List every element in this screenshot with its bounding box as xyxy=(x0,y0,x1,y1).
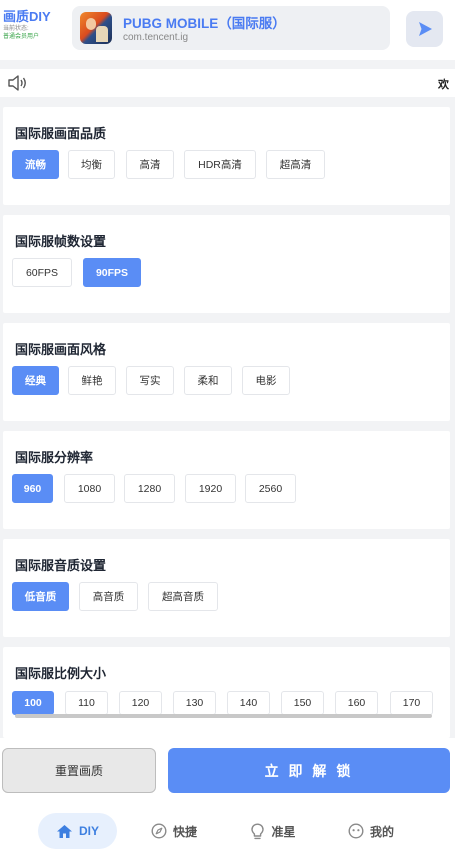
option-style-vivid[interactable]: 鲜艳 xyxy=(68,366,116,395)
tab-crosshair[interactable]: 准星 xyxy=(243,813,303,849)
option-resolution-2560[interactable]: 2560 xyxy=(245,474,296,503)
lightbulb-icon xyxy=(251,823,265,839)
smiley-face-icon xyxy=(348,823,364,839)
option-quality-balanced[interactable]: 均衡 xyxy=(68,150,115,179)
option-quality-ultra[interactable]: 超高清 xyxy=(266,150,325,179)
section-fps: 国际服帧数设置 60FPS 90FPS xyxy=(3,215,450,313)
option-quality-hd[interactable]: 高清 xyxy=(126,150,174,179)
option-audio-low[interactable]: 低音质 xyxy=(12,582,69,611)
app-name: PUBG MOBILE（国际服） xyxy=(123,16,286,31)
option-scale-150[interactable]: 150 xyxy=(281,691,324,715)
home-icon xyxy=(56,824,72,838)
tab-shortcut[interactable]: 快捷 xyxy=(143,813,205,849)
play-icon xyxy=(418,22,432,36)
game-app-icon xyxy=(80,12,112,44)
tab-diy[interactable]: DIY xyxy=(38,813,117,849)
brand-title: 画质DIY xyxy=(3,9,51,24)
option-audio-high[interactable]: 高音质 xyxy=(79,582,138,611)
option-style-classic[interactable]: 经典 xyxy=(12,366,59,395)
selected-app-card[interactable]: PUBG MOBILE（国际服） com.tencent.ig xyxy=(72,6,390,50)
option-scale-160[interactable]: 160 xyxy=(335,691,378,715)
brand-block: 画质DIY 当前状态: 普通会员用户 xyxy=(3,9,73,41)
option-scale-130[interactable]: 130 xyxy=(173,691,216,715)
option-style-realistic[interactable]: 写实 xyxy=(126,366,174,395)
section-scale-size: 国际服比例大小 100 110 120 130 140 150 160 170 xyxy=(3,647,450,738)
section-title: 国际服帧数设置 xyxy=(15,234,107,249)
tab-label: 准星 xyxy=(271,824,296,839)
option-resolution-1080[interactable]: 1080 xyxy=(64,474,115,503)
tab-label: DIY xyxy=(78,824,99,838)
section-audio-quality: 国际服音质设置 低音质 高音质 超高音质 xyxy=(3,539,450,637)
option-scale-100[interactable]: 100 xyxy=(12,691,54,715)
option-style-cinematic[interactable]: 电影 xyxy=(242,366,290,395)
option-fps-90[interactable]: 90FPS xyxy=(83,258,141,287)
section-title: 国际服音质设置 xyxy=(15,558,107,573)
notice-text: 欢 xyxy=(438,79,449,91)
option-quality-smooth[interactable]: 流畅 xyxy=(12,150,59,179)
option-scale-120[interactable]: 120 xyxy=(119,691,162,715)
option-scale-110[interactable]: 110 xyxy=(65,691,108,715)
notice-bar: 欢 xyxy=(0,69,455,97)
option-quality-hdr[interactable]: HDR高清 xyxy=(184,150,256,179)
option-scale-170[interactable]: 170 xyxy=(390,691,433,715)
compass-icon xyxy=(151,823,167,839)
speaker-icon xyxy=(8,75,26,91)
option-resolution-960[interactable]: 960 xyxy=(12,474,53,503)
section-graphics-quality: 国际服画面品质 流畅 均衡 高清 HDR高清 超高清 xyxy=(3,107,450,205)
tab-label: 我的 xyxy=(369,824,394,839)
option-resolution-1280[interactable]: 1280 xyxy=(124,474,175,503)
option-resolution-1920[interactable]: 1920 xyxy=(185,474,236,503)
section-title: 国际服画面风格 xyxy=(15,342,107,357)
tab-mine[interactable]: 我的 xyxy=(341,813,401,849)
section-graphics-style: 国际服画面风格 经典 鲜艳 写实 柔和 电影 xyxy=(3,323,450,421)
section-title: 国际服比例大小 xyxy=(15,666,107,681)
section-resolution: 国际服分辨率 960 1080 1280 1920 2560 xyxy=(3,431,450,529)
option-fps-60[interactable]: 60FPS xyxy=(12,258,72,287)
app-package: com.tencent.ig xyxy=(123,32,189,43)
reset-quality-button[interactable]: 重置画质 xyxy=(2,748,156,793)
launch-game-button[interactable] xyxy=(406,11,443,47)
user-status: 普通会员用户 xyxy=(3,34,40,40)
option-audio-ultra[interactable]: 超高音质 xyxy=(148,582,218,611)
option-scale-140[interactable]: 140 xyxy=(227,691,270,715)
section-title: 国际服画面品质 xyxy=(15,126,107,141)
section-title: 国际服分辨率 xyxy=(15,450,94,465)
tab-label: 快捷 xyxy=(172,824,197,839)
status-label: 当前状态: xyxy=(3,26,29,32)
unlock-now-button[interactable]: 立 即 解 锁 xyxy=(168,748,450,793)
option-style-soft[interactable]: 柔和 xyxy=(184,366,232,395)
horizontal-scrollbar[interactable] xyxy=(15,714,432,718)
